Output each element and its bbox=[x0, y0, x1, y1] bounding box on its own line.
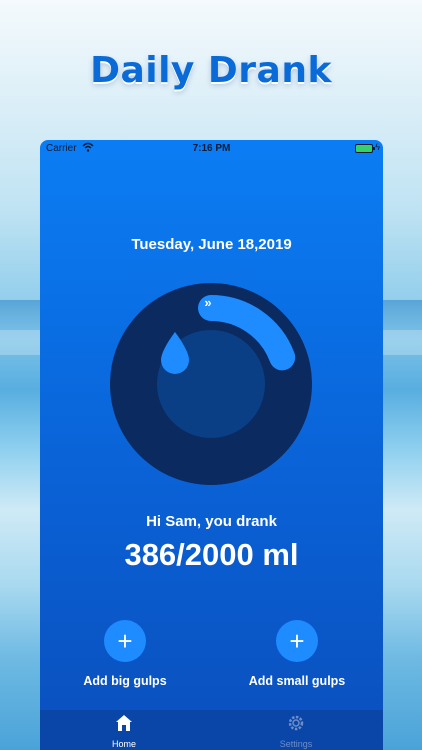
intake-amount: 386/2000 ml bbox=[124, 537, 299, 572]
house-icon bbox=[116, 715, 132, 731]
tab-settings-label: Settings bbox=[279, 739, 313, 749]
water-drop-icon bbox=[161, 332, 189, 374]
date-label: Tuesday, June 18,2019 bbox=[131, 236, 292, 253]
double-arrow-right-icon: » bbox=[204, 295, 212, 310]
status-bar: Carrier 7:16 PM ϟ bbox=[40, 140, 383, 158]
app-headline: Daily Drank bbox=[90, 50, 332, 91]
add-small-gulps-button[interactable]: + bbox=[276, 620, 318, 662]
add-big-gulps-button[interactable]: + bbox=[104, 620, 146, 662]
greeting-text: Hi Sam, you drank bbox=[146, 513, 277, 530]
progress-ring: » bbox=[110, 283, 312, 485]
add-big-gulps-label: Add big gulps bbox=[83, 674, 167, 688]
battery-icon bbox=[355, 144, 375, 153]
gear-icon bbox=[288, 715, 304, 731]
tab-home-label: Home bbox=[111, 739, 136, 749]
tab-home[interactable]: Home bbox=[74, 714, 174, 749]
tab-bar: Home Settings bbox=[40, 710, 383, 750]
status-time: 7:16 PM bbox=[192, 143, 231, 154]
charging-bolt-icon: ϟ bbox=[375, 142, 380, 152]
add-small-gulps-label: Add small gulps bbox=[248, 674, 346, 688]
phone-screen: Carrier 7:16 PM ϟ Tuesday, June 18,2019 … bbox=[40, 140, 383, 750]
ring-center bbox=[157, 330, 265, 438]
tab-settings[interactable]: Settings bbox=[246, 714, 346, 749]
